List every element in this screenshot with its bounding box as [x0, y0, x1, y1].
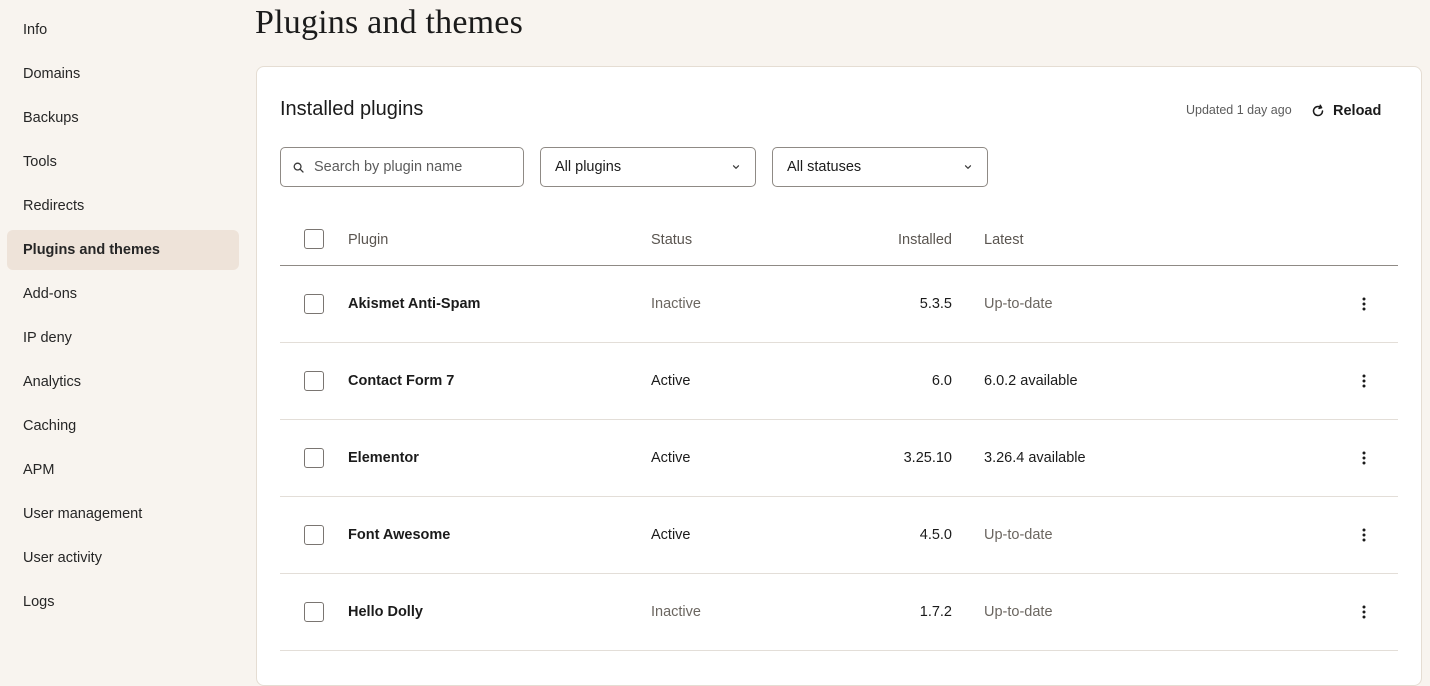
sidebar-item-label: Redirects	[23, 198, 85, 214]
sidebar-item-label: Domains	[23, 66, 81, 82]
sidebar-item-analytics[interactable]: Analytics	[7, 362, 239, 402]
sidebar-item-label: Backups	[23, 110, 79, 126]
plugin-filter-select[interactable]: All plugins	[540, 147, 756, 187]
table-row: Font Awesome Active 4.5.0 Up-to-date	[280, 497, 1398, 574]
page-title: Plugins and themes	[255, 4, 524, 41]
installed-version: 1.7.2	[919, 604, 952, 620]
plugin-name: Hello Dolly	[348, 604, 423, 620]
plugin-status: Inactive	[651, 296, 701, 312]
table-header: Plugin Status Installed Latest	[280, 217, 1398, 266]
table-row: Hello Dolly Inactive 1.7.2 Up-to-date	[280, 574, 1398, 651]
search-icon	[293, 162, 304, 173]
sidebar-item-add-ons[interactable]: Add-ons	[7, 274, 239, 314]
reload-button[interactable]: Reload	[1311, 100, 1381, 122]
sidebar-item-logs[interactable]: Logs	[7, 582, 239, 622]
sidebar-item-label: IP deny	[23, 330, 72, 346]
more-vertical-icon	[1362, 605, 1366, 619]
sidebar-item-info[interactable]: Info	[7, 10, 239, 50]
installed-version: 6.0	[931, 373, 952, 389]
sidebar-item-label: Logs	[23, 594, 55, 610]
plugin-filter-value: All plugins	[555, 159, 622, 175]
sidebar: Info Domains Backups Tools Redirects Plu…	[0, 0, 247, 654]
search-field[interactable]	[280, 147, 524, 187]
sidebar-item-label: Info	[23, 22, 48, 38]
row-checkbox[interactable]	[304, 525, 324, 545]
latest-version: 3.26.4 available	[984, 450, 1086, 466]
latest-version: 6.0.2 available	[984, 373, 1078, 389]
chevron-down-icon	[731, 162, 741, 172]
more-options-button[interactable]	[1352, 369, 1376, 393]
table-row: Elementor Active 3.25.10 3.26.4 availabl…	[280, 420, 1398, 497]
reload-label: Reload	[1333, 103, 1382, 119]
more-vertical-icon	[1362, 374, 1366, 388]
sidebar-item-plugins-and-themes[interactable]: Plugins and themes	[7, 230, 239, 270]
card-title: Installed plugins	[280, 98, 424, 120]
plugin-status: Active	[651, 373, 691, 389]
more-options-button[interactable]	[1352, 292, 1376, 316]
latest-version: Up-to-date	[984, 296, 1053, 312]
select-all-checkbox[interactable]	[304, 229, 324, 249]
plugin-name: Akismet Anti-Spam	[348, 296, 481, 312]
sidebar-item-apm[interactable]: APM	[7, 450, 239, 490]
more-vertical-icon	[1362, 297, 1366, 311]
row-checkbox[interactable]	[304, 602, 324, 622]
sidebar-item-ip-deny[interactable]: IP deny	[7, 318, 239, 358]
plugin-name: Font Awesome	[348, 527, 451, 543]
plugin-status: Active	[651, 450, 691, 466]
more-vertical-icon	[1362, 528, 1366, 542]
row-checkbox[interactable]	[304, 371, 324, 391]
more-options-button[interactable]	[1352, 446, 1376, 470]
plugin-status: Active	[651, 527, 691, 543]
more-options-button[interactable]	[1352, 523, 1376, 547]
sidebar-item-label: User activity	[23, 550, 102, 566]
sidebar-item-user-management[interactable]: User management	[7, 494, 239, 534]
more-vertical-icon	[1362, 451, 1366, 465]
status-filter-select[interactable]: All statuses	[772, 147, 988, 187]
column-header-plugin[interactable]: Plugin	[348, 217, 388, 263]
sidebar-item-label: Add-ons	[23, 286, 78, 302]
plugin-name: Elementor	[348, 450, 419, 466]
more-options-button[interactable]	[1352, 600, 1376, 624]
row-checkbox[interactable]	[304, 448, 324, 468]
sidebar-item-backups[interactable]: Backups	[7, 98, 239, 138]
sidebar-item-domains[interactable]: Domains	[7, 54, 239, 94]
row-checkbox[interactable]	[304, 294, 324, 314]
column-header-latest[interactable]: Latest	[984, 217, 1024, 263]
installed-version: 3.25.10	[903, 450, 952, 466]
plugin-name: Contact Form 7	[348, 373, 455, 389]
column-header-status[interactable]: Status	[651, 217, 692, 263]
installed-plugins-card: Installed plugins Updated 1 day ago Relo…	[256, 66, 1422, 686]
table-row: Contact Form 7 Active 6.0 6.0.2 availabl…	[280, 343, 1398, 420]
plugin-status: Inactive	[651, 604, 701, 620]
plugins-table: Plugin Status Installed Latest Akismet A…	[280, 217, 1398, 651]
sidebar-item-caching[interactable]: Caching	[7, 406, 239, 446]
table-row: Akismet Anti-Spam Inactive 5.3.5 Up-to-d…	[280, 266, 1398, 343]
latest-version: Up-to-date	[984, 527, 1053, 543]
installed-version: 5.3.5	[919, 296, 952, 312]
sidebar-item-label: APM	[23, 462, 55, 478]
sidebar-item-label: Analytics	[23, 374, 82, 390]
sidebar-item-label: Caching	[23, 418, 77, 434]
chevron-down-icon	[963, 162, 973, 172]
status-filter-value: All statuses	[787, 159, 862, 175]
sidebar-item-label: Plugins and themes	[23, 242, 160, 258]
sidebar-item-label: User management	[23, 506, 143, 522]
latest-version: Up-to-date	[984, 604, 1053, 620]
sidebar-item-redirects[interactable]: Redirects	[7, 186, 239, 226]
reload-icon	[1311, 104, 1325, 118]
sidebar-item-label: Tools	[23, 154, 57, 170]
search-input[interactable]	[314, 159, 504, 175]
sidebar-item-tools[interactable]: Tools	[7, 142, 239, 182]
updated-timestamp: Updated 1 day ago	[1186, 103, 1292, 117]
column-header-installed[interactable]: Installed	[898, 217, 952, 263]
sidebar-item-user-activity[interactable]: User activity	[7, 538, 239, 578]
installed-version: 4.5.0	[919, 527, 952, 543]
